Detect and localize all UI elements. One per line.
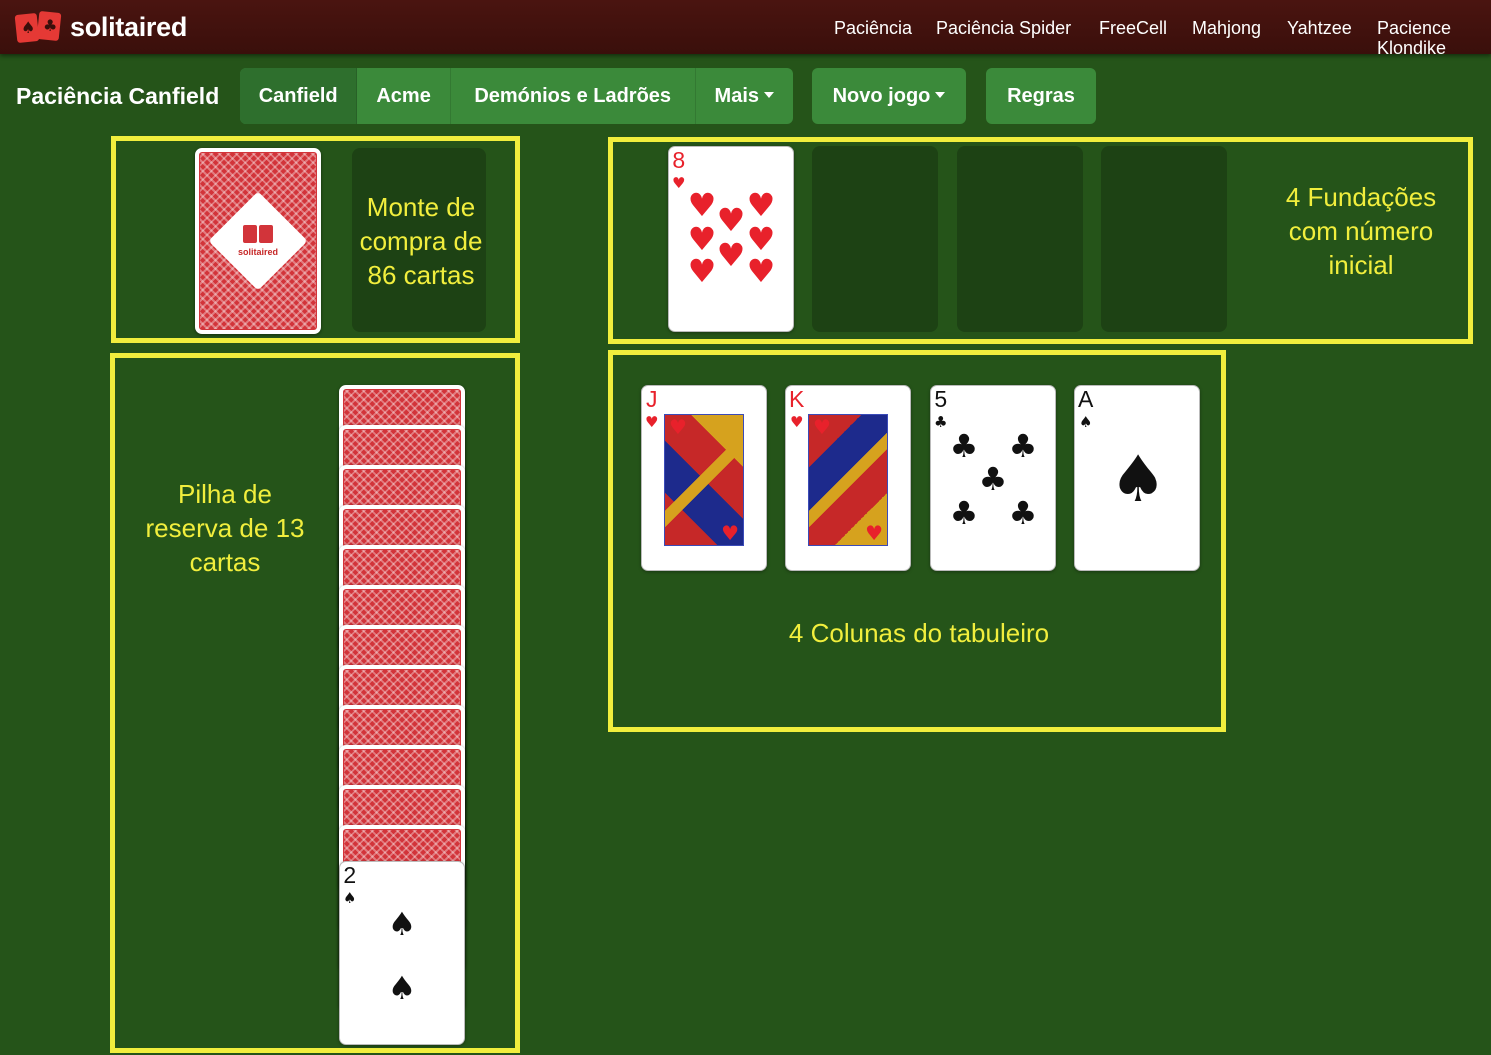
variant-tabs: Canfield Acme Demónios e Ladrões Mais [240, 68, 793, 124]
spade-icon: ♠ [1109, 443, 1167, 517]
card-rank: A [1078, 386, 1094, 412]
tab-more-label: Mais [714, 85, 759, 107]
chevron-down-icon [764, 92, 774, 99]
nav-yahtzee[interactable]: Yahtzee [1287, 18, 1352, 38]
tableau-card-k-hearts[interactable]: K ♥ ♥ ♥ [785, 385, 911, 571]
heart-icon: ♥ [687, 252, 717, 290]
card-index: J ♥ [645, 388, 658, 433]
nav-paciencia-spider[interactable]: Paciência Spider [936, 18, 1071, 38]
logo-cards-icon: ♠ ♣ [14, 10, 64, 44]
heart-icon: ♥ [687, 220, 717, 258]
new-game-label: Novo jogo [832, 85, 931, 107]
reserve-annotation: Pilha de reserva de 13 cartas [145, 479, 305, 577]
nav-freecell[interactable]: FreeCell [1099, 18, 1167, 38]
heart-icon: ♥ [746, 220, 776, 258]
heart-icon: ♥ [746, 252, 776, 290]
tableau-card-j-hearts[interactable]: J ♥ ♥ ♥ [641, 385, 767, 571]
club-icon: ♣ [934, 413, 948, 431]
card-index: 2 ♠ [343, 864, 356, 909]
spade-icon: ♠ [343, 889, 357, 907]
stock-pile[interactable]: solitaired [195, 148, 321, 334]
foundations-annotation: 4 Fundações com número inicial [1285, 182, 1437, 280]
tableau-card-a-spades[interactable]: A ♠ ♠ [1074, 385, 1200, 571]
foundation-slot-2[interactable] [812, 146, 938, 332]
rules-button[interactable]: Regras [986, 68, 1096, 124]
nav-pacience-klondike[interactable]: Pacience Klondike [1377, 18, 1467, 58]
club-icon: ♣ [949, 494, 979, 532]
heart-icon: ♥ [672, 174, 686, 192]
brand-logo[interactable]: ♠ ♣ solitaired [14, 10, 188, 44]
new-game-button[interactable]: Novo jogo [812, 68, 966, 124]
card-back-brand: solitaired [237, 247, 279, 257]
nav-mahjong[interactable]: Mahjong [1192, 18, 1261, 38]
reserve-top-card-2-spades[interactable]: 2 ♠ ♠ ♠ [339, 861, 465, 1045]
stock-annotation: Monte de compra de 86 cartas [359, 192, 483, 290]
card-rank: J [645, 386, 658, 412]
tab-canfield[interactable]: Canfield [240, 68, 358, 124]
heart-icon: ♥ [716, 201, 746, 239]
nav-paciencia[interactable]: Paciência [834, 18, 912, 38]
heart-icon: ♥ [716, 236, 746, 274]
brand-name: solitaired [70, 11, 188, 42]
club-icon: ♣ [978, 460, 1008, 498]
card-rank: 5 [934, 386, 948, 412]
spade-icon: ♠ [387, 969, 417, 1007]
spade-icon: ♠ [387, 905, 417, 943]
card-index: A ♠ [1078, 388, 1093, 433]
page-title: Paciência Canfield [16, 83, 220, 109]
top-navbar: ♠ ♣ solitaired Paciência Paciência Spider… [0, 0, 1491, 58]
heart-icon: ♥ [746, 186, 776, 224]
card-rank: K [789, 386, 805, 412]
king-portrait-icon: ♥ ♥ [808, 414, 888, 546]
heart-icon: ♥ [687, 186, 717, 224]
club-icon: ♣ [1008, 427, 1038, 465]
chevron-down-icon [935, 92, 946, 99]
foundation-card-8-hearts[interactable]: 8 ♥ ♥ ♥ ♥ ♥ ♥ ♥ ♥ ♥ [668, 146, 794, 332]
card-index: 8 ♥ [672, 149, 685, 194]
card-rank: 8 [672, 147, 686, 173]
tableau-annotation: 4 Colunas do tabuleiro [788, 618, 1050, 648]
card-index: K ♥ [789, 388, 804, 433]
club-icon: ♣ [949, 427, 979, 465]
jack-portrait-icon: ♥ ♥ [664, 414, 744, 546]
heart-icon: ♥ [789, 413, 804, 431]
heart-icon: ♥ [645, 413, 659, 431]
tab-acme[interactable]: Acme [357, 68, 451, 124]
tableau-card-5-clubs[interactable]: 5 ♣ ♣ ♣ ♣ ♣ ♣ [930, 385, 1056, 571]
foundation-slot-4[interactable] [1101, 146, 1227, 332]
tab-more-dropdown[interactable]: Mais [696, 68, 793, 124]
card-index: 5 ♣ [934, 388, 947, 433]
club-icon: ♣ [1008, 494, 1038, 532]
card-rank: 2 [343, 862, 357, 888]
tab-demonios-e-ladroes[interactable]: Demónios e Ladrões [451, 68, 696, 124]
card-back-logo: solitaired [238, 225, 278, 257]
spade-icon: ♠ [1078, 413, 1093, 431]
foundation-slot-3[interactable] [957, 146, 1083, 332]
